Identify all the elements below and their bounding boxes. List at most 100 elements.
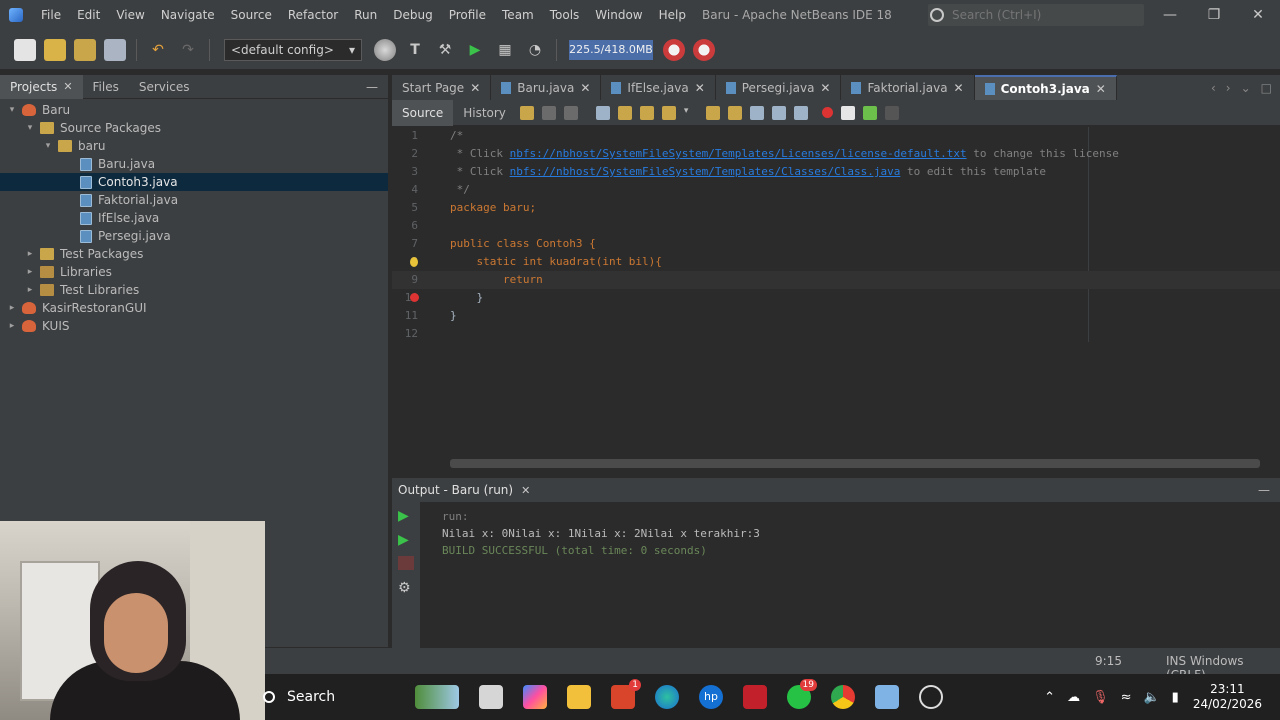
memory-indicator[interactable]: 225.5/418.0MB: [569, 39, 653, 60]
toggle-bookmark-icon[interactable]: [749, 105, 764, 120]
file-explorer-icon[interactable]: [567, 685, 591, 709]
close-window-button[interactable]: ✕: [1238, 0, 1278, 30]
chevron-right-icon[interactable]: ▸: [24, 285, 36, 295]
settings-icon[interactable]: ⚙: [398, 580, 414, 596]
gc-icon[interactable]: [663, 38, 685, 61]
uncomment-icon[interactable]: [884, 105, 899, 120]
debug-icon[interactable]: ▦: [494, 39, 516, 61]
menu-refactor[interactable]: Refactor: [280, 0, 346, 30]
find-icon[interactable]: [595, 105, 610, 120]
microphone-icon[interactable]: 🎙: [1092, 690, 1109, 705]
save-all-icon[interactable]: [104, 38, 126, 61]
task-view-icon[interactable]: [479, 685, 503, 709]
chevron-down-icon[interactable]: ▾: [24, 123, 36, 133]
search-input[interactable]: [952, 8, 1132, 22]
toggle-highlight-icon[interactable]: [661, 105, 676, 120]
previous-bookmark-icon[interactable]: [705, 105, 720, 120]
menu-view[interactable]: View: [108, 0, 152, 30]
close-icon[interactable]: ✕: [695, 81, 705, 95]
taskbar-search[interactable]: Search: [263, 674, 405, 720]
tab-services[interactable]: Services: [129, 75, 200, 99]
menu-tools[interactable]: Tools: [542, 0, 588, 30]
tab-baru-java[interactable]: Baru.java ✕: [491, 75, 602, 100]
profiler-snapshot-icon[interactable]: [693, 38, 715, 61]
clean-build-icon[interactable]: ⚒: [434, 39, 456, 61]
error-icon[interactable]: [410, 293, 419, 302]
chevron-up-icon[interactable]: ⌃: [1044, 690, 1055, 705]
menu-window[interactable]: Window: [587, 0, 650, 30]
close-icon[interactable]: ✕: [63, 75, 72, 99]
profile-icon[interactable]: ◔: [524, 39, 546, 61]
quick-search[interactable]: [928, 4, 1144, 26]
menu-edit[interactable]: Edit: [69, 0, 108, 30]
find-next-icon[interactable]: [639, 105, 654, 120]
tree-node-file[interactable]: IfElse.java: [0, 209, 388, 227]
shift-right-icon[interactable]: [793, 105, 808, 120]
close-icon[interactable]: ✕: [954, 81, 964, 95]
horizontal-scrollbar[interactable]: [450, 459, 1260, 468]
close-icon[interactable]: ✕: [820, 81, 830, 95]
menu-help[interactable]: Help: [651, 0, 694, 30]
chevron-down-icon[interactable]: ▾: [42, 141, 54, 151]
tree-node-baru-package[interactable]: ▾ baru: [0, 137, 388, 155]
tab-files[interactable]: Files: [83, 75, 129, 99]
tree-node-test-libraries[interactable]: ▸ Test Libraries: [0, 281, 388, 299]
edge-icon[interactable]: [655, 685, 679, 709]
tab-source[interactable]: Source: [392, 99, 454, 126]
minimize-panel-icon[interactable]: —: [1258, 483, 1280, 497]
shift-left-icon[interactable]: [771, 105, 786, 120]
chevron-right-icon[interactable]: ▸: [6, 303, 18, 313]
back-icon[interactable]: [541, 105, 556, 120]
find-previous-icon[interactable]: [617, 105, 632, 120]
stop-icon[interactable]: [398, 556, 414, 570]
stop-macro-icon[interactable]: [840, 105, 855, 120]
comment-icon[interactable]: [862, 105, 877, 120]
chevron-right-icon[interactable]: ▸: [24, 249, 36, 259]
globe-icon[interactable]: [374, 38, 396, 61]
maximize-icon[interactable]: □: [1261, 81, 1272, 95]
template-link[interactable]: nbfs://nbhost/SystemFileSystem/Templates…: [510, 165, 901, 178]
tab-persegi-java[interactable]: Persegi.java ✕: [716, 75, 842, 100]
chevron-down-icon[interactable]: ▾: [6, 105, 18, 115]
rerun-icon[interactable]: ▶: [398, 508, 414, 524]
close-icon[interactable]: ✕: [1096, 82, 1106, 96]
tab-ifelse-java[interactable]: IfElse.java ✕: [601, 75, 716, 100]
chevron-left-icon[interactable]: ‹: [1211, 81, 1216, 95]
chevron-right-icon[interactable]: ▸: [24, 267, 36, 277]
dropdown-icon[interactable]: ▾: [684, 106, 698, 120]
menu-source[interactable]: Source: [223, 0, 280, 30]
wifi-icon[interactable]: ≈: [1121, 690, 1132, 705]
whatsapp-icon[interactable]: 19: [787, 679, 817, 709]
new-project-icon[interactable]: [44, 38, 66, 61]
chrome-icon[interactable]: [831, 685, 855, 709]
tab-faktorial-java[interactable]: Faktorial.java ✕: [841, 75, 975, 100]
cloud-icon[interactable]: ☁: [1067, 690, 1080, 705]
code-editor[interactable]: 1 /* 2 * Click nbfs://nbhost/SystemFileSy…: [392, 127, 1280, 468]
tree-node-source-packages[interactable]: ▾ Source Packages: [0, 119, 388, 137]
volume-icon[interactable]: 🔈: [1143, 690, 1159, 705]
obs-icon[interactable]: [919, 685, 943, 709]
close-icon[interactable]: ✕: [470, 81, 480, 95]
mcafee-icon[interactable]: [743, 685, 767, 709]
record-macro-icon[interactable]: [821, 107, 833, 118]
chevron-down-icon[interactable]: ⌄: [1241, 81, 1251, 95]
menu-file[interactable]: File: [33, 0, 69, 30]
next-bookmark-icon[interactable]: [727, 105, 742, 120]
hint-bulb-icon[interactable]: [410, 257, 418, 267]
tree-node-file[interactable]: Baru.java: [0, 155, 388, 173]
restore-button[interactable]: ❐: [1194, 0, 1234, 30]
hp-icon[interactable]: hp: [699, 685, 723, 709]
chevron-right-icon[interactable]: ›: [1226, 81, 1231, 95]
rerun-with-params-icon[interactable]: ▶: [398, 532, 414, 548]
forward-icon[interactable]: [563, 105, 578, 120]
tree-node-kuis-project[interactable]: ▸ KUIS: [0, 317, 388, 335]
tree-node-test-packages[interactable]: ▸ Test Packages: [0, 245, 388, 263]
tree-node-file-selected[interactable]: Contoh3.java: [0, 173, 388, 191]
minimize-button[interactable]: —: [1150, 0, 1190, 30]
close-icon[interactable]: ✕: [580, 81, 590, 95]
netbeans-taskbar-icon[interactable]: [875, 685, 899, 709]
template-link[interactable]: nbfs://nbhost/SystemFileSystem/Templates…: [510, 147, 967, 160]
tree-node-kasir-project[interactable]: ▸ KasirRestoranGUI: [0, 299, 388, 317]
undo-icon[interactable]: ↶: [147, 39, 169, 61]
config-select[interactable]: <default config> ▾: [224, 38, 362, 61]
